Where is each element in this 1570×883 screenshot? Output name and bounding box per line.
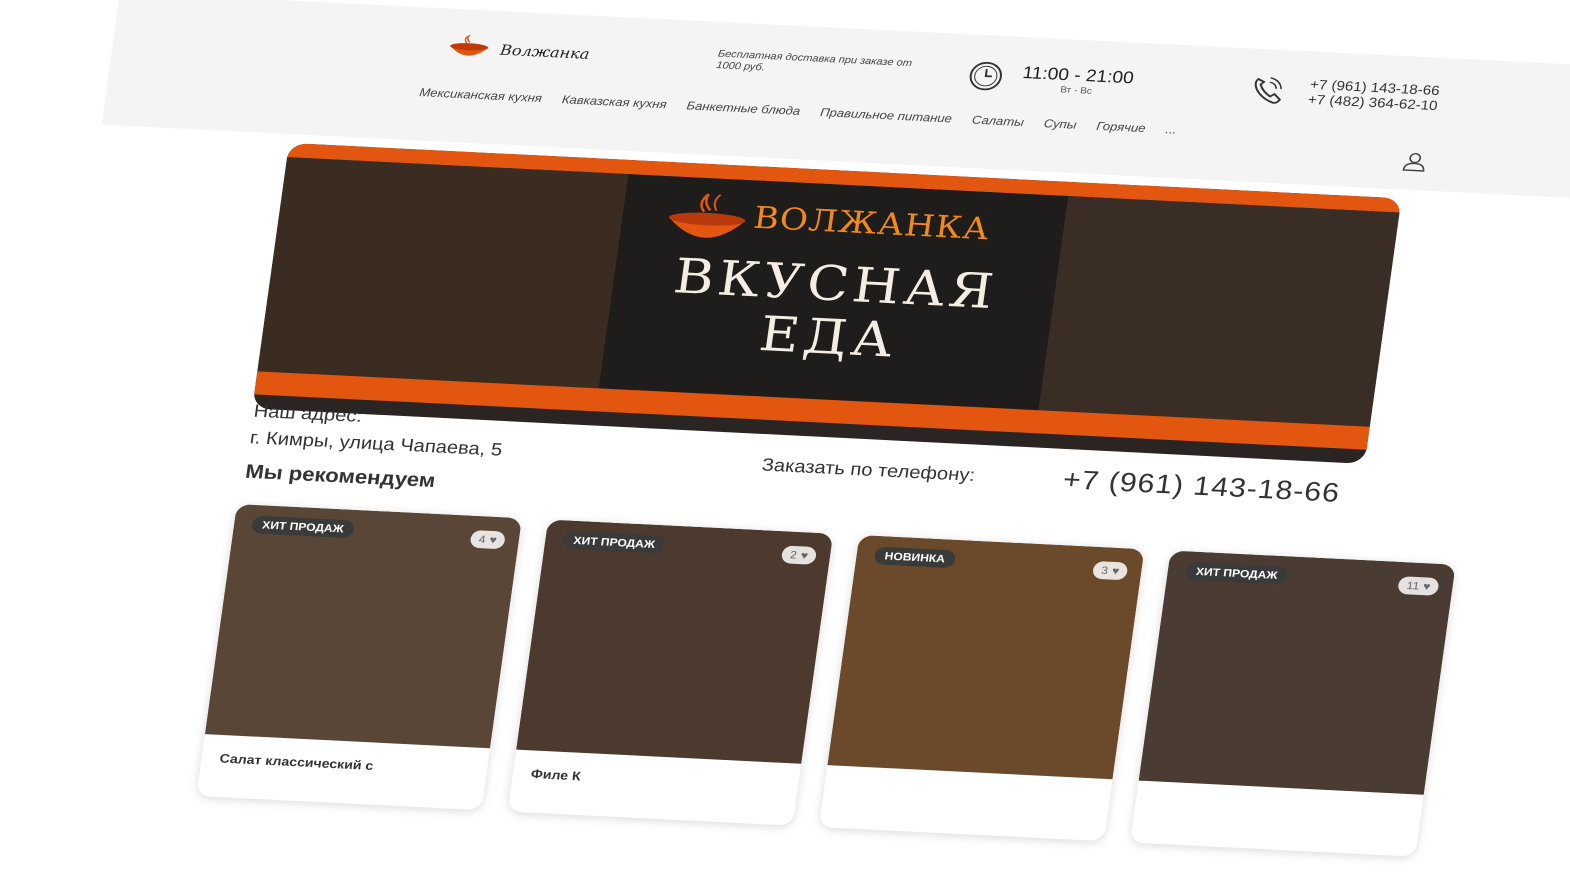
banner-food-image-left: [257, 157, 629, 389]
order-label: Заказать по телефону:: [760, 455, 977, 486]
site-page: Волжанка Бесплатная доставка при заказе …: [11, 0, 1570, 857]
nav-item-healthy[interactable]: Правильное питание: [819, 105, 953, 125]
product-name[interactable]: Салат классический с: [219, 751, 375, 773]
product-card[interactable]: ХИТ ПРОДАЖ 4 ♥ Салат классический с: [196, 503, 523, 811]
product-card[interactable]: ХИТ ПРОДАЖ 2 ♥ Филе К: [507, 519, 834, 826]
hero-banner: ВОЛЖАНКА ВКУСНАЯ ЕДА: [252, 143, 1402, 464]
heart-icon: ♥: [1422, 580, 1432, 593]
likes-badge[interactable]: 4 ♥: [469, 529, 506, 550]
banner-soup-bowl-icon: [668, 193, 746, 238]
banner-food-image-right: [1038, 196, 1400, 427]
delivery-info: Бесплатная доставка при заказе от 1000 р…: [715, 48, 913, 74]
screenshot-stage: Волжанка Бесплатная доставка при заказе …: [0, 0, 1570, 883]
nav-item-more[interactable]: ...: [1165, 123, 1178, 137]
banner-brand: ВОЛЖАНКА: [751, 200, 993, 248]
product-card[interactable]: ХИТ ПРОДАЖ 11 ♥: [1130, 550, 1456, 857]
phone-contacts: +7 (961) 143-18-66 +7 (482) 364-62-10: [1247, 73, 1441, 114]
nav-item-hot[interactable]: Горячие: [1096, 119, 1147, 135]
nav-item-salads[interactable]: Салаты: [971, 113, 1025, 129]
likes-badge[interactable]: 3 ♥: [1092, 560, 1129, 581]
soup-bowl-logo-icon: [450, 34, 489, 56]
heart-icon: ♥: [1111, 564, 1121, 578]
nav-item-caucasian[interactable]: Кавказская кухня: [561, 92, 667, 110]
likes-badge[interactable]: 2 ♥: [780, 545, 818, 565]
product-card[interactable]: НОВИНКА 3 ♥: [818, 534, 1145, 842]
likes-count: 4: [477, 533, 487, 546]
heart-icon: ♥: [488, 533, 498, 547]
clock-icon: [969, 61, 1002, 91]
nav-item-mexican[interactable]: Мексиканская кухня: [419, 85, 543, 104]
address-label: Наш адрес:: [252, 401, 364, 427]
logo[interactable]: Волжанка: [444, 33, 591, 67]
likes-badge[interactable]: 11 ♥: [1397, 576, 1440, 596]
product-name[interactable]: Филе К: [530, 766, 582, 783]
likes-count: 3: [1100, 564, 1109, 577]
user-account-icon[interactable]: [1399, 149, 1431, 175]
banner-center-panel: ВОЛЖАНКА ВКУСНАЯ ЕДА: [598, 174, 1069, 411]
likes-count: 2: [789, 548, 798, 562]
nav-item-banquet[interactable]: Банкетные блюда: [686, 99, 801, 118]
likes-count: 11: [1405, 579, 1421, 593]
logo-text: Волжанка: [499, 40, 591, 63]
opening-hours: 11:00 - 21:00 Вт - Вс: [966, 59, 1136, 99]
banner-title: ВКУСНАЯ ЕДА: [614, 247, 1050, 374]
order-phone[interactable]: +7 (961) 143-18-66: [1061, 465, 1342, 509]
heart-icon: ♥: [799, 549, 809, 562]
product-cards: ХИТ ПРОДАЖ 4 ♥ Салат классический с ХИТ П…: [196, 503, 1456, 857]
recommend-title: Мы рекомендуем: [243, 459, 437, 492]
address-value: г. Кимры, улица Чапаева, 5: [248, 428, 504, 461]
nav-item-soups[interactable]: Супы: [1043, 116, 1077, 131]
phone-icon: [1254, 77, 1282, 104]
